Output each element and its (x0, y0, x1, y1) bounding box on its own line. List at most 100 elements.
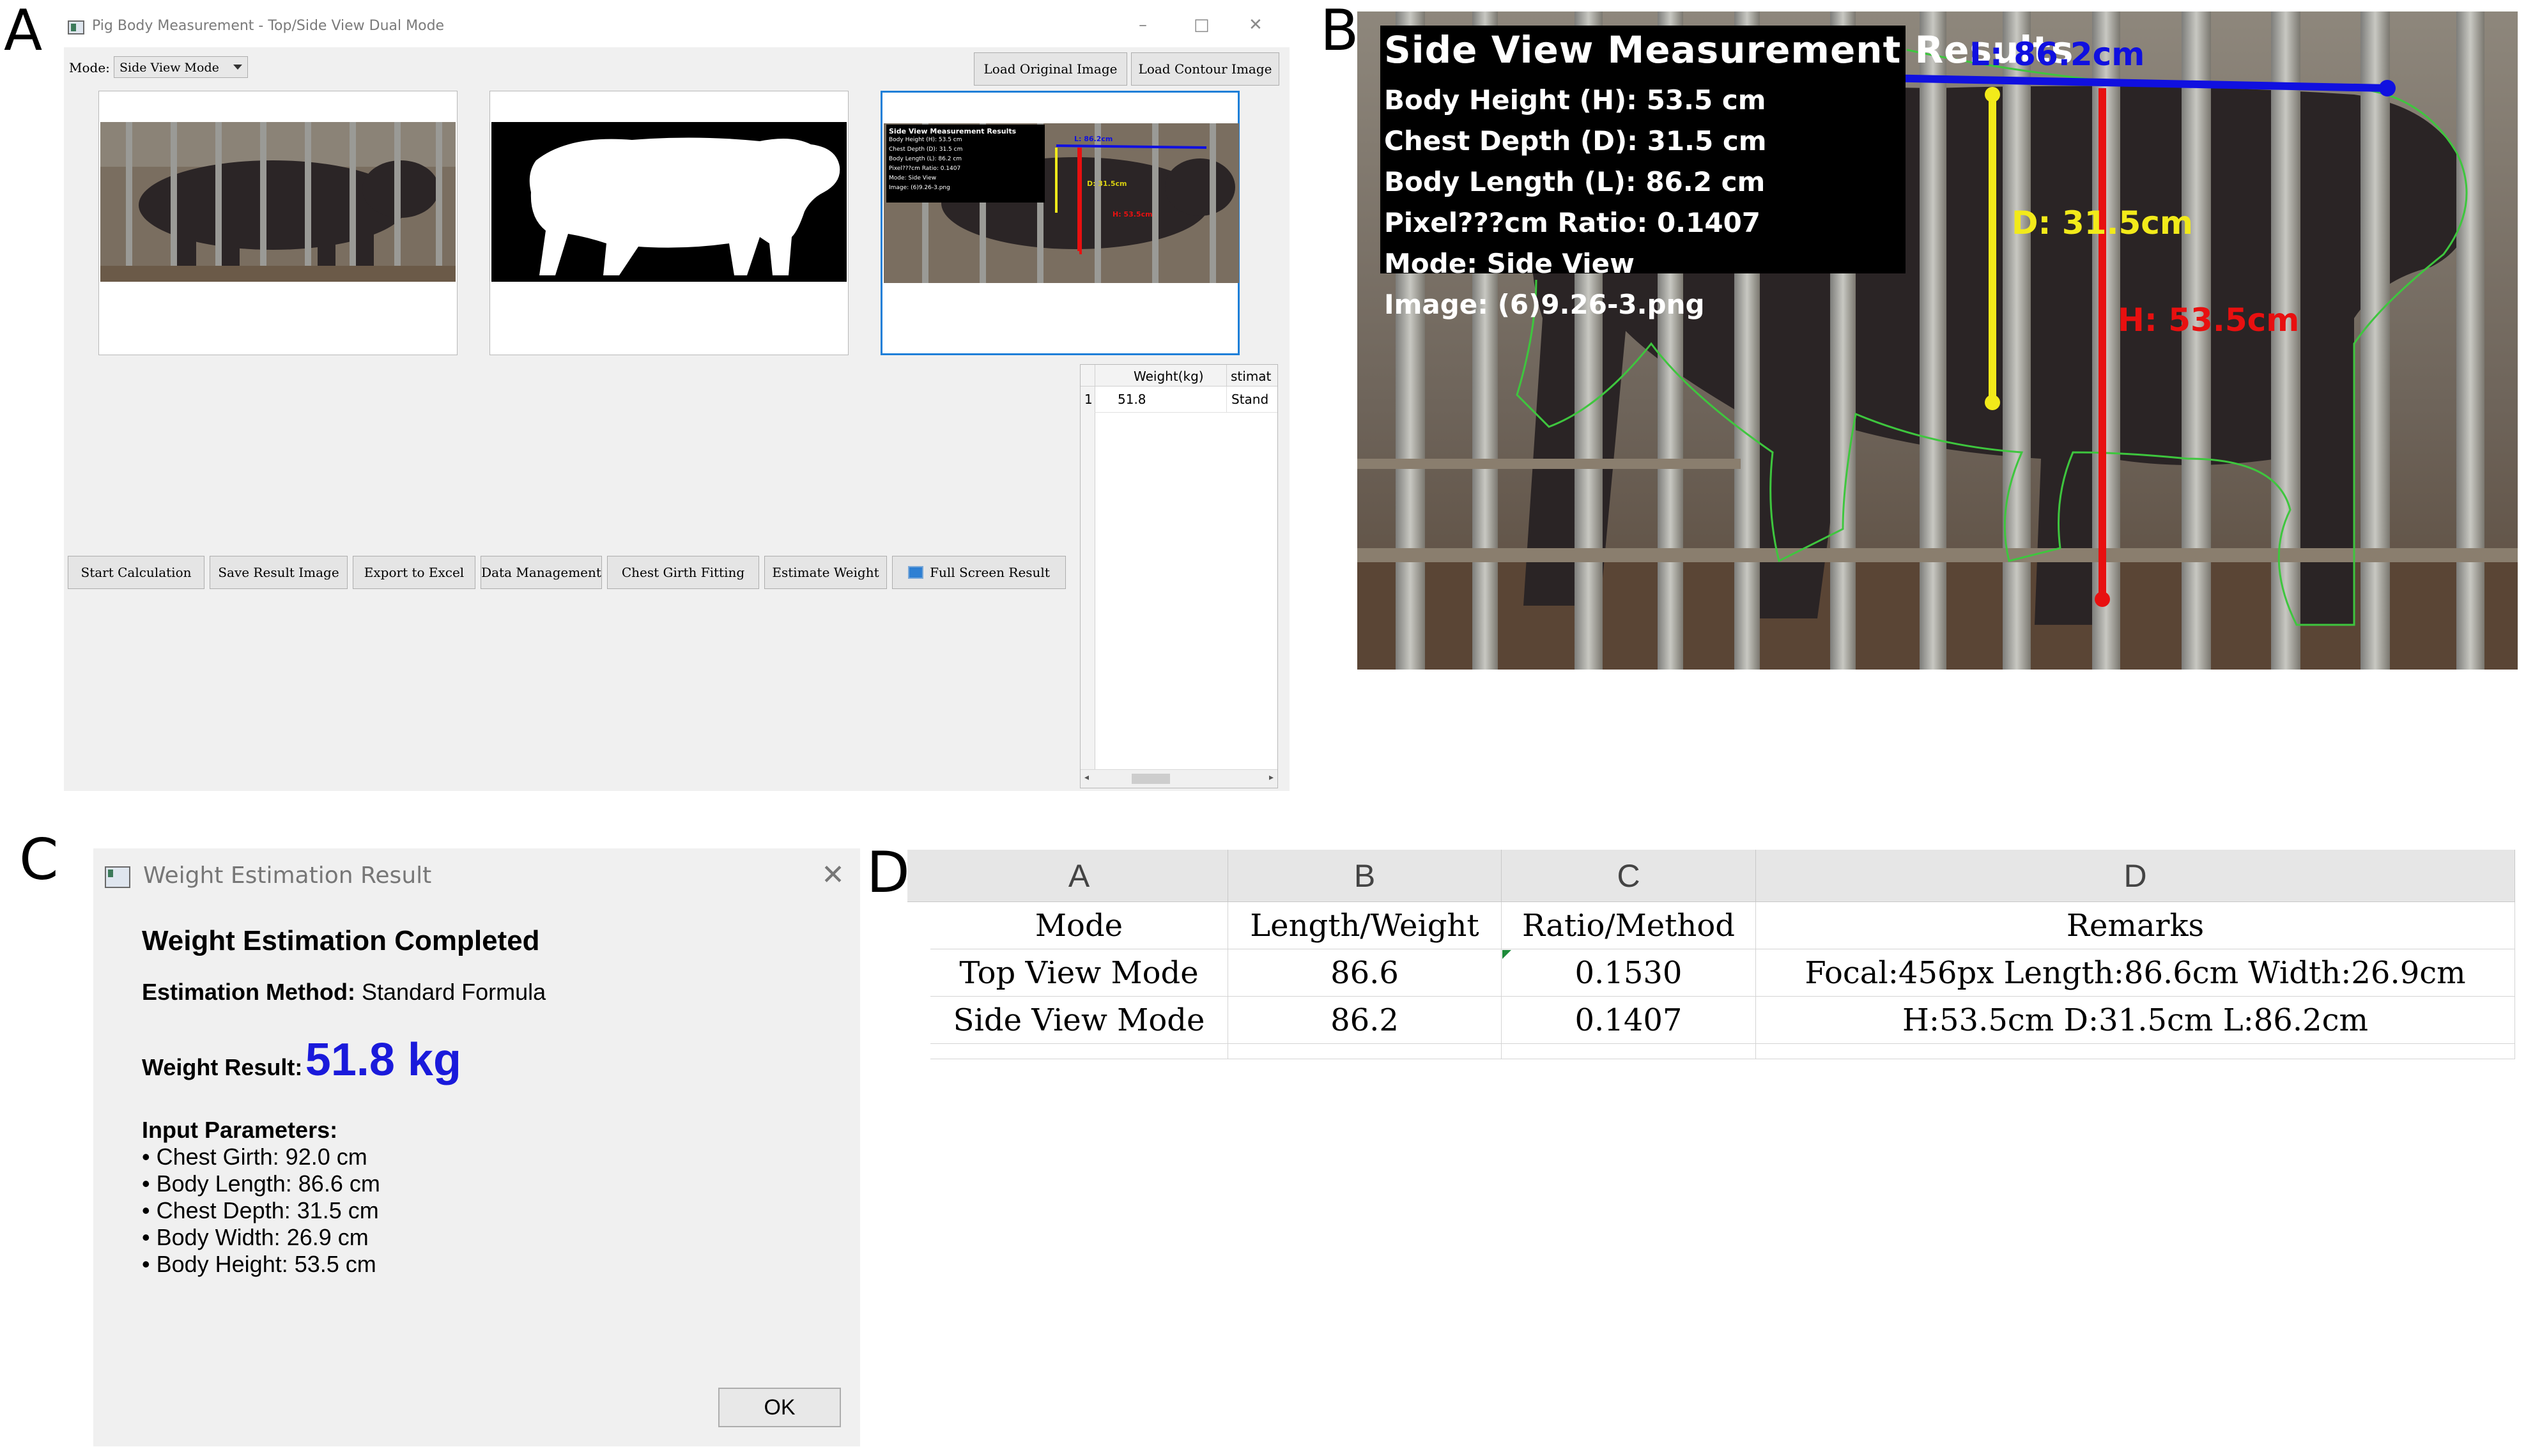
pig-photo (100, 122, 456, 282)
depth-tag: D: 31.5cm (2012, 204, 2194, 241)
monitor-icon (908, 566, 924, 579)
table-corner (1081, 365, 1095, 387)
preview-overlay-line: Body Length (L): 86.2 cm (889, 156, 962, 162)
empty-cell[interactable] (1502, 1044, 1756, 1059)
ok-button[interactable]: OK (718, 1388, 841, 1427)
estimate-weight-button[interactable]: Estimate Weight (764, 556, 887, 589)
empty-cell[interactable] (1228, 1044, 1502, 1059)
mode-label: Mode: (69, 60, 110, 75)
app-icon (105, 866, 130, 888)
cell-remarks-header[interactable]: Remarks (1756, 902, 2515, 949)
input-parameters-label: Input Parameters: (142, 1117, 338, 1143)
panel-label-b: B (1320, 0, 1359, 63)
cell-ratio-header[interactable]: Ratio/Method (1502, 902, 1756, 949)
result-label: Weight Result: (142, 1054, 303, 1080)
preview-overlay-title: Side View Measurement Results (889, 127, 1017, 135)
cell-remarks[interactable]: Focal:456px Length:86.6cm Width:26.9cm (1756, 949, 2515, 997)
maximize-icon[interactable]: □ (1194, 15, 1210, 34)
param-item: • Body Length: 86.6 cm (142, 1170, 380, 1197)
estimation-heading: Weight Estimation Completed (142, 925, 540, 956)
panel-label-c: C (19, 827, 59, 893)
length-tag: L: 86.2cm (1969, 36, 2145, 73)
cell-length[interactable]: 86.6 (1228, 949, 1502, 997)
side-view-result-image: Side View Measurement Results Body Heigh… (1357, 11, 2518, 670)
excel-sheet: A B C D Mode Length/Weight Ratio/Method … (907, 850, 2515, 1067)
mode-select[interactable]: Side View Mode (114, 56, 248, 78)
row-weight: 51.8 (1118, 392, 1146, 407)
save-result-image-button[interactable]: Save Result Image (210, 556, 348, 589)
preview-height-tag: H: 53.5cm (1113, 210, 1153, 218)
cell-length-header[interactable]: Length/Weight (1228, 902, 1502, 949)
preview-overlay-line: Pixel???cm Ratio: 0.1407 (889, 165, 961, 172)
param-item: • Chest Girth: 92.0 cm (142, 1144, 367, 1170)
horizontal-scrollbar[interactable]: ◂ ▸ (1081, 769, 1277, 788)
chest-girth-fitting-button[interactable]: Chest Girth Fitting (607, 556, 759, 589)
start-calculation-button[interactable]: Start Calculation (68, 556, 204, 589)
column-divider (1226, 387, 1227, 412)
table-header-method[interactable]: stimat (1226, 365, 1277, 387)
result-preview-overlay: Side View Measurement Results Body Heigh… (889, 127, 1042, 201)
cell-mode[interactable]: Side View Mode (930, 997, 1228, 1044)
mode-select-value: Side View Mode (119, 61, 219, 75)
app-icon (68, 20, 84, 34)
export-to-excel-button[interactable]: Export to Excel (353, 556, 475, 589)
cell-ratio[interactable]: 0.1530 (1502, 949, 1756, 997)
window-titlebar[interactable]: Pig Body Measurement - Top/Side View Dua… (64, 11, 1290, 47)
panel-label-a: A (4, 0, 43, 63)
preview-length-tag: L: 86.2cm (1074, 135, 1113, 143)
preview-overlay-line: Mode: Side View (889, 175, 937, 181)
row-divider (1095, 412, 1277, 413)
empty-cell[interactable] (930, 1044, 1228, 1059)
minimize-icon[interactable]: – (1139, 15, 1147, 34)
preview-overlay-line: Image: (6)9.26-3.png (889, 185, 950, 191)
full-screen-result-label: Full Screen Result (930, 565, 1050, 580)
preview-overlay-line: Chest Depth (D): 31.5 cm (889, 146, 963, 153)
table-header-method-label: stimat (1231, 369, 1272, 384)
column-header-d[interactable]: D (1756, 850, 2515, 902)
result-value: 51.8 kg (305, 1034, 461, 1085)
dialog-titlebar[interactable]: Weight Estimation Result ✕ (93, 848, 860, 906)
close-icon[interactable]: ✕ (1249, 15, 1263, 34)
pig-silhouette (491, 122, 847, 282)
data-management-button[interactable]: Data Management (481, 556, 602, 589)
chest-depth-line: Chest Depth (D): 31.5 cm (1384, 125, 1767, 157)
scroll-left-icon[interactable]: ◂ (1084, 772, 1089, 783)
row-index: 1 (1084, 392, 1093, 407)
cell-mode-header[interactable]: Mode (930, 902, 1228, 949)
empty-cell[interactable] (1756, 1044, 2515, 1059)
result-image-preview[interactable]: Side View Measurement Results Body Heigh… (881, 91, 1240, 355)
row-method: Stand (1231, 392, 1269, 407)
body-length-line: Body Length (L): 86.2 cm (1384, 166, 1766, 197)
image-name-line: Image: (6)9.26-3.png (1384, 289, 1705, 320)
param-item: • Chest Depth: 31.5 cm (142, 1197, 379, 1223)
dialog-title: Weight Estimation Result (143, 862, 432, 889)
load-contour-image-button[interactable]: Load Contour Image (1131, 52, 1279, 86)
body-height-line: Body Height (H): 53.5 cm (1384, 84, 1766, 116)
cell-ratio[interactable]: 0.1407 (1502, 997, 1756, 1044)
load-original-image-button[interactable]: Load Original Image (974, 52, 1127, 86)
contour-image-preview (489, 91, 849, 355)
cell-remarks[interactable]: H:53.5cm D:31.5cm L:86.2cm (1756, 997, 2515, 1044)
window-title: Pig Body Measurement - Top/Side View Dua… (92, 18, 445, 34)
panel-label-d: D (866, 839, 910, 905)
column-header-a[interactable]: A (930, 850, 1228, 902)
close-icon[interactable]: ✕ (821, 859, 845, 891)
cell-mode[interactable]: Top View Mode (930, 949, 1228, 997)
results-table[interactable]: Weight(kg) stimat 1 51.8 Stand ◂ ▸ (1080, 364, 1278, 788)
measurement-app-window: Pig Body Measurement - Top/Side View Dua… (64, 11, 1290, 791)
column-header-b[interactable]: B (1228, 850, 1502, 902)
full-screen-result-button[interactable]: Full Screen Result (892, 556, 1066, 589)
cell-length[interactable]: 86.2 (1228, 997, 1502, 1044)
table-header-weight[interactable]: Weight(kg) (1095, 365, 1226, 387)
mode-line: Mode: Side View (1384, 248, 1635, 279)
scroll-right-icon[interactable]: ▸ (1269, 772, 1274, 783)
height-tag: H: 53.5cm (2118, 302, 2300, 339)
param-item: • Body Height: 53.5 cm (142, 1251, 376, 1277)
preview-overlay-line: Body Height (H): 53.5 cm (889, 137, 962, 143)
column-header-c[interactable]: C (1502, 850, 1756, 902)
estimation-method: Estimation Method: Standard Formula (142, 979, 546, 1006)
scroll-thumb[interactable] (1132, 774, 1170, 784)
weight-result: Weight Result: 51.8 kg (142, 1034, 461, 1086)
table-header-weight-label: Weight(kg) (1134, 369, 1204, 384)
row-header-column (1081, 387, 1095, 783)
